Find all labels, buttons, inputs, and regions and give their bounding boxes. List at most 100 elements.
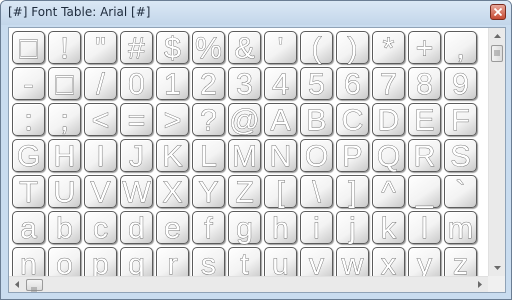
glyph-tile[interactable]: g — [228, 211, 261, 245]
glyph-tile[interactable]: r — [156, 247, 189, 276]
glyph-tile[interactable]: 9 — [444, 67, 477, 101]
glyph-tile[interactable]: c — [84, 211, 117, 245]
glyph-tile[interactable]: u — [264, 247, 297, 276]
glyph-tile[interactable]: n — [12, 247, 45, 276]
glyph-tile[interactable]: / — [84, 67, 117, 101]
glyph-tile[interactable]: 6 — [336, 67, 369, 101]
arrow-up-icon[interactable] — [490, 29, 505, 44]
glyph-tile[interactable]: 1 — [156, 67, 189, 101]
glyph-tile[interactable]: ) — [336, 31, 369, 65]
glyph-tile[interactable]: ? — [192, 103, 225, 137]
glyph-tile[interactable]: ; — [48, 103, 81, 137]
glyph-tile[interactable]: h — [264, 211, 297, 245]
glyph-tile[interactable]: : — [12, 103, 45, 137]
glyph-tile[interactable]: U — [48, 175, 81, 209]
glyph-tile[interactable]: □ — [12, 31, 45, 65]
glyph-tile[interactable]: 7 — [372, 67, 405, 101]
glyph-tile[interactable]: W — [120, 175, 153, 209]
glyph-tile[interactable]: k — [372, 211, 405, 245]
glyph-tile[interactable]: m — [444, 211, 477, 245]
glyph-tile[interactable]: & — [228, 31, 261, 65]
glyph-tile[interactable]: X — [156, 175, 189, 209]
glyph-tile[interactable]: 8 — [408, 67, 441, 101]
glyph-tile[interactable]: i — [300, 211, 333, 245]
glyph-tile[interactable]: @ — [228, 103, 261, 137]
glyph-tile[interactable]: M — [228, 139, 261, 173]
glyph-tile[interactable]: E — [408, 103, 441, 137]
glyph-tile[interactable]: 3 — [228, 67, 261, 101]
glyph-tile[interactable]: w — [336, 247, 369, 276]
glyph-tile[interactable]: Z — [228, 175, 261, 209]
title-bar[interactable]: [#] Font Table: Arial [#] — [1, 1, 511, 25]
glyph-tile[interactable]: f — [192, 211, 225, 245]
glyph-tile[interactable]: J — [120, 139, 153, 173]
glyph-tile[interactable]: % — [192, 31, 225, 65]
glyph-tile[interactable]: ] — [336, 175, 369, 209]
glyph-tile[interactable]: e — [156, 211, 189, 245]
glyph-tile[interactable]: d — [120, 211, 153, 245]
glyph-tile[interactable]: C — [336, 103, 369, 137]
glyph-tile[interactable]: " — [84, 31, 117, 65]
glyph-tile[interactable]: K — [156, 139, 189, 173]
glyph-tile[interactable]: ' — [264, 31, 297, 65]
glyph-tile[interactable]: z — [444, 247, 477, 276]
glyph-tile[interactable]: N — [264, 139, 297, 173]
vertical-scroll-thumb[interactable] — [491, 45, 503, 62]
glyph-tile[interactable]: _ — [408, 175, 441, 209]
glyph-tile[interactable]: + — [408, 31, 441, 65]
glyph-tile[interactable]: Q — [372, 139, 405, 173]
glyph-tile[interactable]: F — [444, 103, 477, 137]
glyph-tile[interactable]: < — [84, 103, 117, 137]
glyph-tile[interactable]: 5 — [300, 67, 333, 101]
glyph-tile[interactable]: 4 — [264, 67, 297, 101]
glyph-tile[interactable]: D — [372, 103, 405, 137]
glyph-tile[interactable]: v — [300, 247, 333, 276]
glyph-tile[interactable]: V — [84, 175, 117, 209]
glyph-tile[interactable]: Y — [192, 175, 225, 209]
glyph-tile[interactable]: 2 — [192, 67, 225, 101]
glyph-tile[interactable]: p — [84, 247, 117, 276]
glyph-tile[interactable]: ! — [48, 31, 81, 65]
horizontal-scrollbar[interactable] — [9, 276, 488, 292]
glyph-tile[interactable]: # — [120, 31, 153, 65]
glyph-tile[interactable]: P — [336, 139, 369, 173]
glyph-tile[interactable]: S — [444, 139, 477, 173]
glyph-tile[interactable]: t — [228, 247, 261, 276]
glyph-tile[interactable]: j — [336, 211, 369, 245]
glyph-tile[interactable]: - — [12, 67, 45, 101]
glyph-tile[interactable]: * — [372, 31, 405, 65]
glyph-tile[interactable]: ` — [444, 175, 477, 209]
glyph-tile[interactable]: , — [444, 31, 477, 65]
horizontal-scroll-thumb[interactable] — [26, 279, 43, 292]
vertical-scrollbar[interactable] — [488, 28, 505, 276]
glyph-tile[interactable]: [ — [264, 175, 297, 209]
glyph-tile[interactable]: H — [48, 139, 81, 173]
glyph-tile[interactable]: $ — [156, 31, 189, 65]
arrow-left-icon[interactable] — [10, 277, 25, 292]
glyph-tile[interactable]: G — [12, 139, 45, 173]
glyph-tile[interactable]: 0 — [120, 67, 153, 101]
glyph-tile[interactable]: > — [156, 103, 189, 137]
close-button[interactable] — [490, 4, 506, 20]
glyph-tile[interactable]: L — [192, 139, 225, 173]
glyph-tile[interactable]: a — [12, 211, 45, 245]
glyph-tile[interactable]: A — [264, 103, 297, 137]
glyph-tile[interactable]: b — [48, 211, 81, 245]
glyph-tile[interactable]: O — [300, 139, 333, 173]
glyph-tile[interactable]: R — [408, 139, 441, 173]
glyph-tile[interactable]: l — [408, 211, 441, 245]
glyph-tile[interactable]: y — [408, 247, 441, 276]
glyph-tile[interactable]: x — [372, 247, 405, 276]
glyph-tile[interactable]: T — [12, 175, 45, 209]
glyph-tile[interactable]: s — [192, 247, 225, 276]
glyph-tile[interactable]: q — [120, 247, 153, 276]
arrow-right-icon[interactable] — [472, 277, 487, 292]
glyph-tile[interactable]: = — [120, 103, 153, 137]
glyph-tile[interactable]: \ — [300, 175, 333, 209]
glyph-tile[interactable]: B — [300, 103, 333, 137]
glyph-tile[interactable]: ( — [300, 31, 333, 65]
arrow-down-icon[interactable] — [490, 260, 505, 275]
glyph-tile[interactable]: ^ — [372, 175, 405, 209]
glyph-tile[interactable]: □ — [48, 67, 81, 101]
glyph-tile[interactable]: I — [84, 139, 117, 173]
